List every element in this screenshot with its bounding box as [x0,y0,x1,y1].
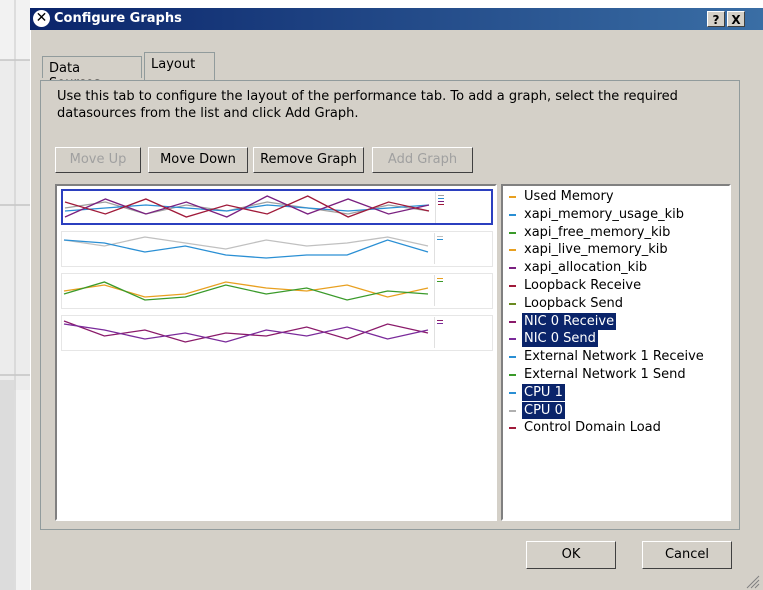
datasource-label: External Network 1 Receive [524,349,704,365]
datasource-color-swatch [509,213,516,216]
datasource-color-swatch [509,249,516,252]
dialog-title: Configure Graphs [54,11,182,26]
graph-legend [434,233,491,264]
datasource-label: CPU 0 [522,401,565,419]
graph-row[interactable] [61,189,493,225]
datasource-color-swatch [509,427,516,430]
resize-grip-icon[interactable] [742,571,760,589]
legend-swatch [438,201,444,202]
datasource-label: External Network 1 Send [524,367,686,382]
datasource-label: xapi_free_memory_kib [524,224,671,240]
datasource-color-swatch [509,409,516,412]
datasource-label: xapi_memory_usage_kib [524,206,684,222]
legend-swatch [437,239,443,240]
graph-legend [435,192,492,223]
tab-layout[interactable]: Layout [144,52,215,80]
remove-graph-button[interactable]: Remove Graph [253,147,364,173]
datasource-label: Loopback Receive [524,278,642,293]
layout-tab-panel: Use this tab to configure the layout of … [40,80,740,530]
graph-series-line [63,320,429,343]
datasource-color-swatch [509,285,516,287]
legend-swatch [437,278,443,279]
datasource-label: NIC 0 Receive [522,312,617,330]
move-up-button[interactable]: Move Up [55,147,141,173]
datasource-label: Used Memory [524,189,614,204]
ok-button[interactable]: OK [526,541,616,569]
graph-preview [63,281,429,301]
datasource-color-swatch [509,302,516,305]
configure-graphs-dialog: ✕ Configure Graphs ? X Data Sources Layo… [30,8,763,590]
legend-swatch [437,323,443,324]
close-button[interactable]: X [727,11,745,27]
graph-preview [63,236,429,259]
datasource-color-swatch [509,338,516,341]
datasource-label: xapi_live_memory_kib [524,242,668,258]
datasource-color-swatch [509,320,516,323]
help-button[interactable]: ? [707,11,725,27]
add-graph-button[interactable]: Add Graph [372,147,473,173]
legend-swatch [437,281,443,282]
graphs-list[interactable] [55,184,497,521]
tab-data-sources[interactable]: Data Sources [42,56,142,91]
graph-row[interactable] [61,273,493,309]
datasource-label: Loopback Send [524,295,623,311]
datasource-color-swatch [509,231,516,234]
graph-series-line [63,323,429,343]
datasources-list[interactable]: Used Memory xapi_memory_usage_kib xapi_fre… [501,184,731,521]
graph-preview [63,320,429,343]
legend-swatch [438,195,444,196]
cancel-button[interactable]: Cancel [642,541,732,569]
legend-swatch [438,204,444,205]
datasource-color-swatch [509,356,516,359]
legend-swatch [438,198,444,199]
app-x-icon: ✕ [33,10,50,27]
datasource-label: CPU 1 [522,383,565,401]
legend-swatch [437,236,443,237]
legend-swatch [437,320,443,321]
datasource-label: NIC 0 Send [522,330,598,348]
datasource-label: Control Domain Load [524,420,661,436]
datasource-color-swatch [509,391,516,394]
graph-row[interactable] [61,231,493,267]
instructions-text: Use this tab to configure the layout of … [57,89,678,121]
datasource-color-swatch [509,196,516,198]
graph-series-line [63,236,429,250]
graph-legend [434,275,491,306]
datasource-label: xapi_allocation_kib [524,260,648,276]
graph-preview [64,195,430,218]
datasource-color-swatch [509,374,516,376]
datasource-color-swatch [509,267,516,270]
graph-legend [434,317,491,348]
title-bar[interactable]: ✕ Configure Graphs ? X [30,8,763,30]
graph-row[interactable] [61,315,493,351]
move-down-button[interactable]: Move Down [148,147,248,173]
